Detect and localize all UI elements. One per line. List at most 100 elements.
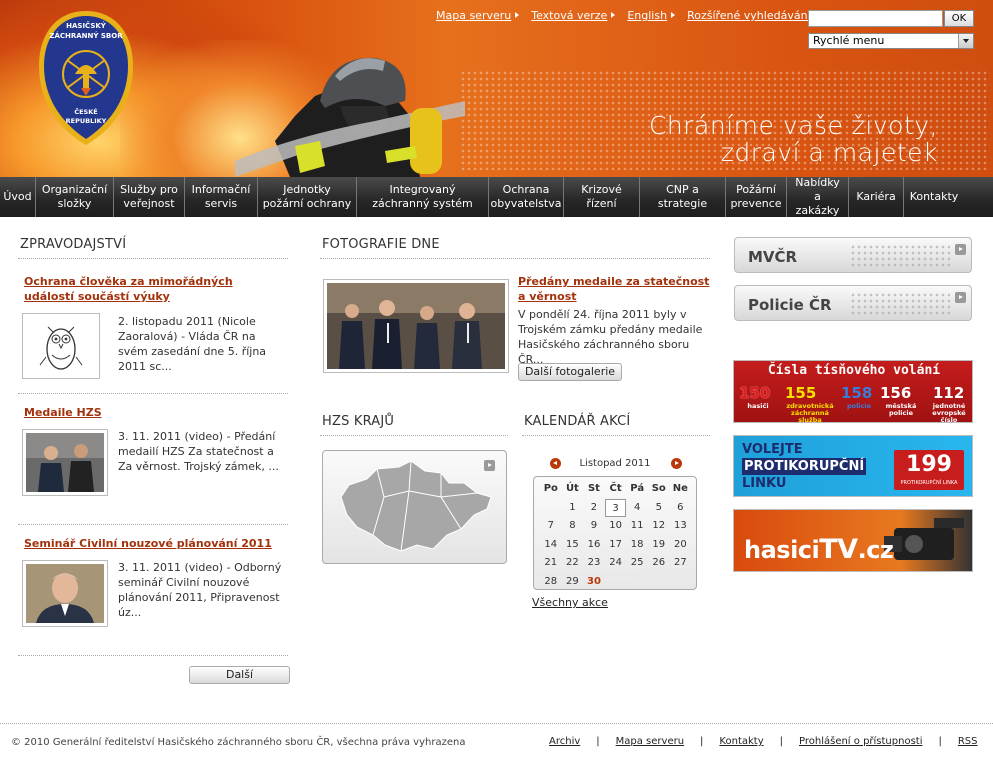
news-thumb-2[interactable] [22,429,108,496]
emergency-number-police: 158 [841,384,873,402]
news-title-1[interactable]: Ochrana člověka za mimořádných událostí … [24,274,274,304]
arrow-right-icon [515,12,520,18]
calendar-day[interactable]: 27 [670,554,692,573]
footer-link-sitemap[interactable]: Mapa serveru [616,736,684,747]
calendar-day[interactable]: 22 [562,554,584,573]
nav-item-sluzby[interactable]: Služby pro veřejnost [114,177,185,217]
footer-divider [0,723,993,724]
calendar-day[interactable]: 4 [626,499,648,518]
news-thumb-1[interactable] [22,313,100,379]
english-link[interactable]: English [627,9,676,25]
calendar-empty-cell [670,573,692,592]
calendar-day[interactable]: 8 [562,517,584,536]
calendar-next-icon[interactable] [671,458,682,469]
anticorruption-sub: PROTIKORUPČNÍ LINKA [900,480,958,486]
calendar-empty-cell [540,499,562,518]
footer-link-rss[interactable]: RSS [958,736,978,747]
calendar-day[interactable]: 17 [605,536,627,555]
nav-item-uvod[interactable]: Úvod [0,177,36,217]
nav-item-pozarni-prevence[interactable]: Požární prevence [726,177,787,217]
separator: | [779,736,783,747]
dot-pattern [850,244,950,268]
photo-title[interactable]: Předány medaile za statečnost a věrnost [518,274,710,304]
calendar-day[interactable]: 1 [562,499,584,518]
calendar-day[interactable]: 13 [670,517,692,536]
owl-drawing-image [26,317,96,375]
news-title-2[interactable]: Medaile HZS [24,405,274,420]
footer-link-contacts[interactable]: Kontakty [719,736,763,747]
all-events-link[interactable]: Všechny akce [532,596,608,609]
calendar-day[interactable]: 9 [583,517,605,536]
advanced-search-link[interactable]: Rozšířené vyhledávání [687,9,819,25]
nav-item-kariera[interactable]: Kariéra [849,177,904,217]
search-ok-button[interactable]: OK [944,10,974,27]
regions-heading: HZS KRAJŮ [322,414,395,429]
quick-menu-select[interactable]: Rychlé menu [808,33,974,49]
anticorruption-banner[interactable]: VOLEJTE PROTIKORUPČNÍ LINKU 199 PROTIKOR… [733,435,973,497]
divider [522,435,710,436]
calendar-day[interactable]: 16 [583,536,605,555]
site-header: HASIČSKÝ ZÁCHRANNÝ SBOR ČESKÉ REPUBLIKY … [0,0,993,177]
photo-of-day-thumb[interactable] [323,279,509,373]
nav-item-ochrana-obyvatelstva[interactable]: Ochrana obyvatelstva [489,177,564,217]
news-text-1: 2. listopadu 2011 (Nicole Zaoralová) - V… [118,315,267,373]
calendar-day[interactable]: 2 [583,499,605,518]
news-thumb-3[interactable] [22,560,108,627]
footer-link-accessibility[interactable]: Prohlášení o přístupnosti [799,736,922,747]
nav-item-kontakty[interactable]: Kontakty [904,177,964,217]
slogan-line-1: Chráníme vaše životy, [648,111,938,140]
mvcr-button[interactable]: MVČR [734,237,972,273]
calendar-day[interactable]: 10 [605,517,627,536]
calendar-day[interactable]: 18 [626,536,648,555]
calendar-day[interactable]: 28 [540,573,562,592]
anticorruption-number-box: 199 PROTIKORUPČNÍ LINKA [894,450,964,490]
more-news-button[interactable]: Další [189,666,290,684]
svg-text:ZÁCHRANNÝ SBOR: ZÁCHRANNÝ SBOR [49,31,123,40]
calendar-day[interactable]: 26 [648,554,670,573]
calendar-day[interactable]: 15 [562,536,584,555]
calendar-day[interactable]: 30 [583,573,605,592]
nav-item-informacni-servis[interactable]: Informační servis [185,177,258,217]
emergency-numbers: 150 155 158 156 112 [737,384,971,402]
nav-item-cnp[interactable]: CNP a strategie [640,177,726,217]
nav-item-jednotky-po[interactable]: Jednotky požární ochrany [258,177,357,217]
seminar-speaker-image [26,564,104,623]
nav-item-krizove-rizeni[interactable]: Krizové řízení [564,177,640,217]
hasicitv-banner[interactable]: hasiciTV.cz [733,509,973,572]
calendar-day[interactable]: 5 [648,499,670,518]
nav-item-organizacni-slozky[interactable]: Organizační složky [36,177,114,217]
separator: | [938,736,942,747]
calendar-day[interactable]: 21 [540,554,562,573]
calendar-day[interactable]: 14 [540,536,562,555]
nav-item-izs[interactable]: Integrovaný záchranný systém [357,177,489,217]
more-galleries-button[interactable]: Další fotogalerie [518,363,622,381]
calendar-day[interactable]: 25 [626,554,648,573]
hasicitv-text-2: TV [819,534,858,565]
calendar-day[interactable]: 19 [648,536,670,555]
text-version-link[interactable]: Textová verze [531,9,616,25]
calendar-day[interactable]: 3 [604,498,627,518]
calendar-day[interactable]: 24 [605,554,627,573]
emergency-label-ambulance: zdravotnická záchranná služba [786,402,834,423]
anticorruption-number: 199 [906,452,952,477]
calendar-prev-icon[interactable] [550,458,561,469]
police-button[interactable]: Policie ČR [734,285,972,321]
medal-ceremony-image [26,433,104,492]
calendar-day[interactable]: 29 [562,573,584,592]
news-title-3[interactable]: Seminář Civilní nouzové plánování 2011 [24,536,274,551]
calendar-day[interactable]: 20 [670,536,692,555]
emergency-title: Čísla tísňového volání [767,363,941,378]
calendar-day[interactable]: 7 [540,517,562,536]
regions-map[interactable] [322,450,507,564]
calendar-day[interactable]: 11 [626,517,648,536]
calendar-day[interactable]: 23 [583,554,605,573]
sitemap-link[interactable]: Mapa serveru [436,9,520,25]
main-nav: Úvod Organizační složky Služby pro veřej… [0,176,993,217]
nav-item-nabidky[interactable]: Nabídky a zakázky [787,176,849,217]
search-input[interactable] [808,10,943,27]
calendar-day[interactable]: 6 [670,499,692,518]
calendar-day[interactable]: 12 [648,517,670,536]
emergency-numbers-banner[interactable]: Čísla tísňového volání 150 155 158 156 1… [733,360,973,423]
footer-link-archive[interactable]: Archiv [549,736,580,747]
divider [320,258,710,259]
